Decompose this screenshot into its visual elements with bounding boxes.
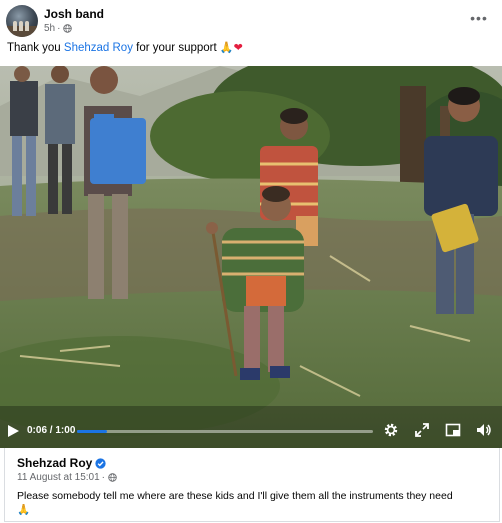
- post-meta: 5h ·: [44, 23, 73, 34]
- shared-text-body: Please somebody tell me where are these …: [17, 490, 453, 502]
- globe-icon: [108, 473, 117, 482]
- shared-date[interactable]: 11 August at 15:01: [17, 472, 100, 483]
- volume-icon[interactable]: [476, 422, 492, 438]
- post-caption: Thank you Shehzad Roy for your support 🙏…: [7, 41, 243, 54]
- shared-post-text: Please somebody tell me where are these …: [17, 489, 497, 517]
- video-player[interactable]: 0:06 / 1:00: [0, 66, 502, 448]
- settings-icon[interactable]: [383, 422, 399, 438]
- post-header: Josh band 5h · •••: [0, 0, 502, 40]
- fullscreen-icon[interactable]: [414, 422, 430, 438]
- page-avatar[interactable]: [6, 5, 38, 37]
- progress-bar[interactable]: [77, 430, 373, 433]
- heart-emoji-icon: ❤: [233, 42, 243, 54]
- page-name-link[interactable]: Josh band: [44, 7, 104, 21]
- shared-post-card[interactable]: Shehzad Roy 11 August at 15:01 · Please …: [4, 448, 500, 522]
- shared-author: Shehzad Roy: [17, 456, 106, 470]
- shared-pray-emoji-icon: 🙏: [17, 504, 31, 516]
- post-time[interactable]: 5h: [44, 23, 55, 34]
- verified-badge-icon: [95, 457, 106, 469]
- caption-text-start: Thank you: [7, 42, 64, 54]
- more-options-icon[interactable]: •••: [466, 9, 492, 29]
- caption-text-end: for your support: [132, 42, 220, 54]
- progress-fill: [77, 430, 107, 433]
- shared-meta: 11 August at 15:01 ·: [17, 472, 117, 483]
- mention-link[interactable]: Shehzad Roy: [64, 42, 133, 54]
- globe-icon: [63, 24, 73, 33]
- shared-meta-separator: ·: [101, 472, 106, 483]
- meta-separator: ·: [57, 23, 61, 34]
- play-icon[interactable]: [6, 424, 20, 438]
- shared-author-link[interactable]: Shehzad Roy: [17, 456, 92, 470]
- pray-emoji-icon: 🙏: [219, 42, 234, 54]
- video-controls: 0:06 / 1:00: [0, 66, 502, 448]
- video-time: 0:06 / 1:00: [27, 425, 75, 436]
- duration: 1:00: [55, 425, 76, 436]
- current-time: 0:06: [27, 425, 48, 436]
- picture-in-picture-icon[interactable]: [445, 422, 461, 438]
